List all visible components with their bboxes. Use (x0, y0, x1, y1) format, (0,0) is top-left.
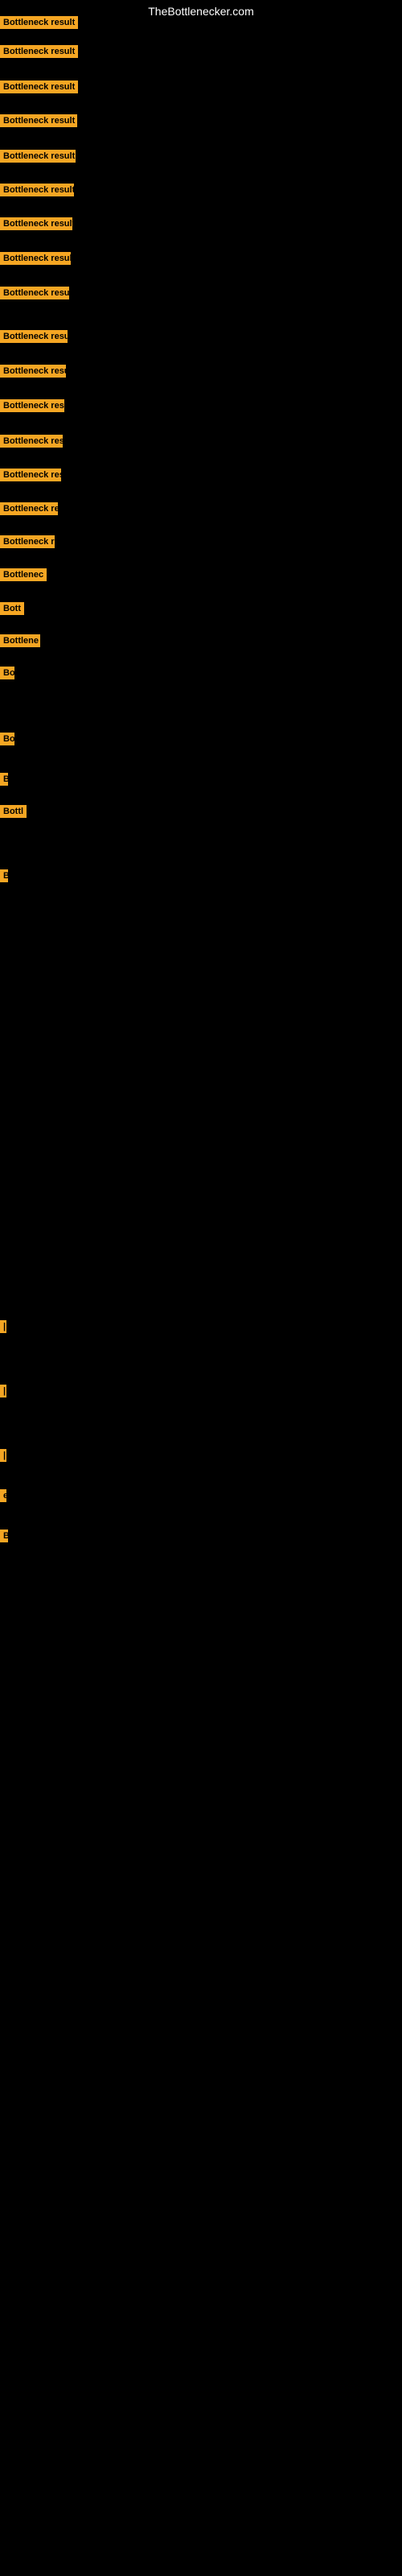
bottleneck-result-item[interactable]: Bottleneck result (0, 150, 76, 167)
bottleneck-result-label: B (0, 773, 8, 786)
bottleneck-result-item[interactable]: Bott (0, 602, 24, 619)
bottleneck-result-label: Bottleneck resu (0, 399, 64, 412)
bottleneck-result-label: B (0, 1530, 8, 1542)
bottleneck-result-item[interactable]: | (0, 1320, 6, 1337)
bottleneck-result-label: Bottlene (0, 634, 40, 647)
bottleneck-result-item[interactable]: Bottleneck result (0, 330, 68, 347)
bottleneck-result-label: Bott (0, 602, 24, 615)
bottleneck-result-item[interactable]: Bottlene (0, 634, 40, 651)
bottleneck-result-item[interactable]: Bottleneck result (0, 217, 72, 234)
bottleneck-result-item[interactable]: Bottleneck re (0, 535, 55, 552)
bottleneck-result-item[interactable]: Bottleneck result (0, 114, 77, 131)
bottleneck-result-label: Bottleneck res (0, 502, 58, 515)
bottleneck-result-label: Bottleneck resu (0, 435, 63, 448)
bottleneck-result-label: Bottl (0, 805, 27, 818)
bottleneck-result-item[interactable]: Bottleneck result (0, 80, 78, 97)
bottleneck-result-label: Bo (0, 667, 14, 679)
bottleneck-result-label: B (0, 869, 8, 882)
bottleneck-result-label: Bottleneck result (0, 252, 71, 265)
bottleneck-result-label: | (0, 1320, 6, 1333)
bottleneck-result-label: Bottleneck result (0, 217, 72, 230)
bottleneck-result-item[interactable]: Bottleneck res (0, 502, 58, 519)
bottleneck-result-item[interactable]: B (0, 869, 8, 886)
bottleneck-result-label: Bottleneck resu (0, 469, 61, 481)
bottleneck-result-label: Bottleneck result (0, 150, 76, 163)
bottleneck-result-item[interactable]: Bottleneck result (0, 45, 78, 62)
bottleneck-result-label: Bottleneck result (0, 287, 69, 299)
bottleneck-result-item[interactable]: Bo (0, 667, 14, 683)
bottleneck-result-item[interactable]: Bottleneck result (0, 287, 69, 303)
bottleneck-result-label: Bottleneck resu (0, 365, 66, 378)
bottleneck-result-item[interactable]: e (0, 1489, 6, 1506)
bottleneck-result-label: Bottleneck result (0, 45, 78, 58)
bottleneck-result-item[interactable]: Bottleneck resu (0, 399, 64, 416)
bottleneck-result-label: | (0, 1449, 6, 1462)
bottleneck-result-item[interactable]: B (0, 773, 8, 790)
bottleneck-result-label: Bottleneck result (0, 184, 74, 196)
bottleneck-result-label: Bottlenec (0, 568, 47, 581)
bottleneck-result-label: Bottleneck result (0, 80, 78, 93)
bottleneck-result-item[interactable]: Bottleneck result (0, 16, 78, 33)
bottleneck-result-item[interactable]: Bottl (0, 805, 27, 822)
bottleneck-result-label: Bottleneck result (0, 16, 78, 29)
bottleneck-result-label: Bottleneck re (0, 535, 55, 548)
bottleneck-result-item[interactable]: Bottleneck result (0, 184, 74, 200)
bottleneck-result-label: Bottleneck result (0, 114, 77, 127)
bottleneck-result-item[interactable]: Bottleneck resu (0, 435, 63, 452)
bottleneck-result-item[interactable]: Bottleneck resu (0, 469, 61, 485)
bottleneck-result-label: Bottleneck result (0, 330, 68, 343)
bottleneck-result-item[interactable]: Bottleneck resu (0, 365, 66, 382)
bottleneck-result-item[interactable]: | (0, 1385, 6, 1402)
bottleneck-result-item[interactable]: B (0, 1530, 8, 1546)
bottleneck-result-item[interactable]: | (0, 1449, 6, 1466)
bottleneck-result-label: Bo (0, 733, 14, 745)
bottleneck-result-item[interactable]: Bottleneck result (0, 252, 71, 269)
bottleneck-result-item[interactable]: Bottlenec (0, 568, 47, 585)
bottleneck-result-label: | (0, 1385, 6, 1397)
bottleneck-result-item[interactable]: Bo (0, 733, 14, 749)
bottleneck-result-label: e (0, 1489, 6, 1502)
